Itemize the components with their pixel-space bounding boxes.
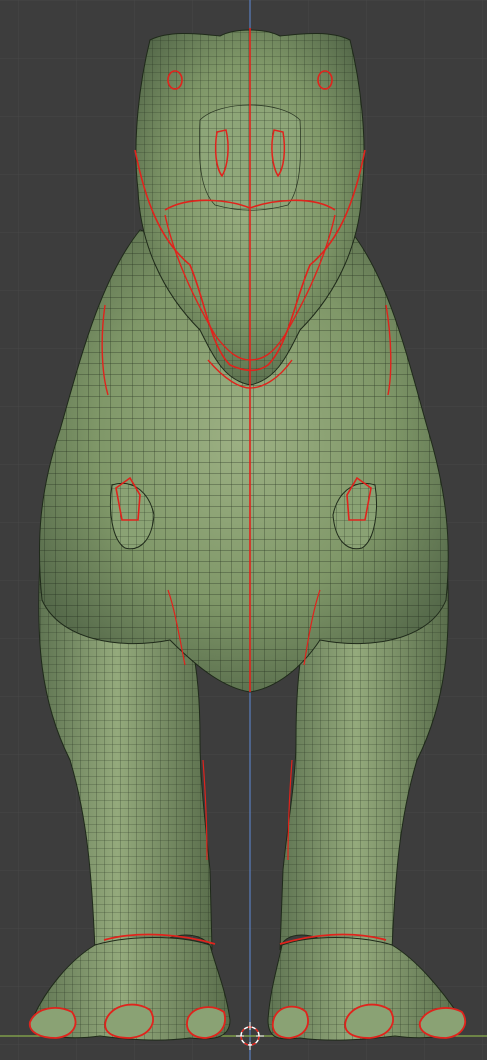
left-toes[interactable]: [28, 1003, 226, 1039]
viewport-canvas[interactable]: [0, 0, 487, 1060]
3d-viewport[interactable]: [0, 0, 487, 1060]
right-toes[interactable]: [271, 1003, 467, 1039]
